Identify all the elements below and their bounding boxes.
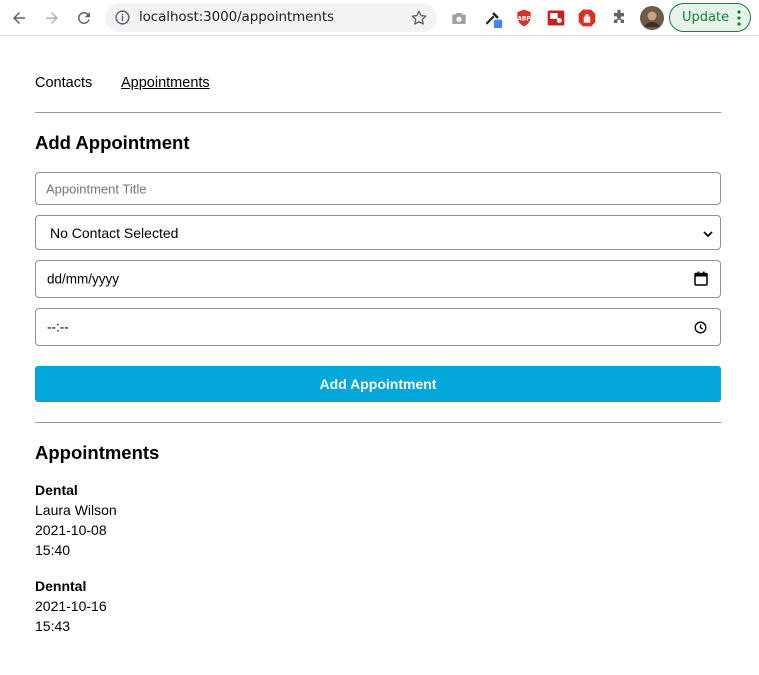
contact-selected-value: No Contact Selected [50,224,179,241]
info-icon[interactable] [114,9,131,26]
stop-hand-icon[interactable] [577,8,597,28]
contact-select[interactable]: No Contact Selected [35,215,721,250]
date-placeholder: dd/mm/yyyy [47,271,120,287]
appointment-title-input[interactable]: Appointment Title [35,172,721,205]
screen-capture-extension-icon[interactable] [546,8,566,28]
appointment-title: Denntal [35,578,87,594]
time-input[interactable]: --:-- [35,308,721,346]
list-item: Dental Laura Wilson 2021-10-08 15:40 [35,480,117,560]
more-vertical-icon[interactable] [737,10,741,26]
back-button[interactable] [7,6,31,30]
appointment-date: 2021-10-08 [35,522,107,538]
svg-text:ABP: ABP [517,17,531,23]
profile-avatar-icon[interactable] [640,6,664,30]
divider [35,422,721,423]
list-item: Denntal 2021-10-16 15:43 [35,576,107,636]
calendar-icon[interactable] [694,271,708,286]
appointment-title-placeholder: Appointment Title [46,181,147,196]
arrow-right-icon [46,12,58,24]
date-input[interactable]: dd/mm/yyyy [35,260,721,298]
adblock-icon[interactable]: ABP [514,8,534,28]
arrow-left-icon [13,12,25,24]
appointment-time: 15:40 [35,542,71,558]
appointment-title: Dental [35,482,78,498]
nav-link-appointments[interactable]: Appointments [121,75,210,91]
forward-button[interactable] [40,6,64,30]
reload-icon [78,12,90,24]
address-bar[interactable]: localhost:3000/appointments [105,3,437,32]
nav-link-contacts[interactable]: Contacts [35,75,92,91]
update-label: Update [682,10,730,25]
time-placeholder: --:-- [47,319,69,335]
puzzle-extensions-icon[interactable] [609,8,629,28]
appointment-date: 2021-10-16 [35,598,107,614]
appointment-time: 15:43 [35,618,71,634]
divider [35,112,721,113]
clock-icon[interactable] [694,321,707,334]
browser-toolbar: localhost:3000/appointments ABP Update [0,0,759,36]
form-heading: Add Appointment [35,132,190,153]
appointments-heading: Appointments [35,442,160,463]
camera-icon[interactable] [449,8,469,28]
star-icon[interactable] [410,9,428,27]
update-button[interactable]: Update [669,3,751,32]
add-appointment-button[interactable]: Add Appointment [35,366,721,402]
eyedropper-extension-icon[interactable] [483,8,503,28]
reload-button[interactable] [72,6,96,30]
appointment-contact: Laura Wilson [35,502,117,518]
url-text: localhost:3000/appointments [139,9,334,25]
chevron-down-icon [703,231,713,238]
